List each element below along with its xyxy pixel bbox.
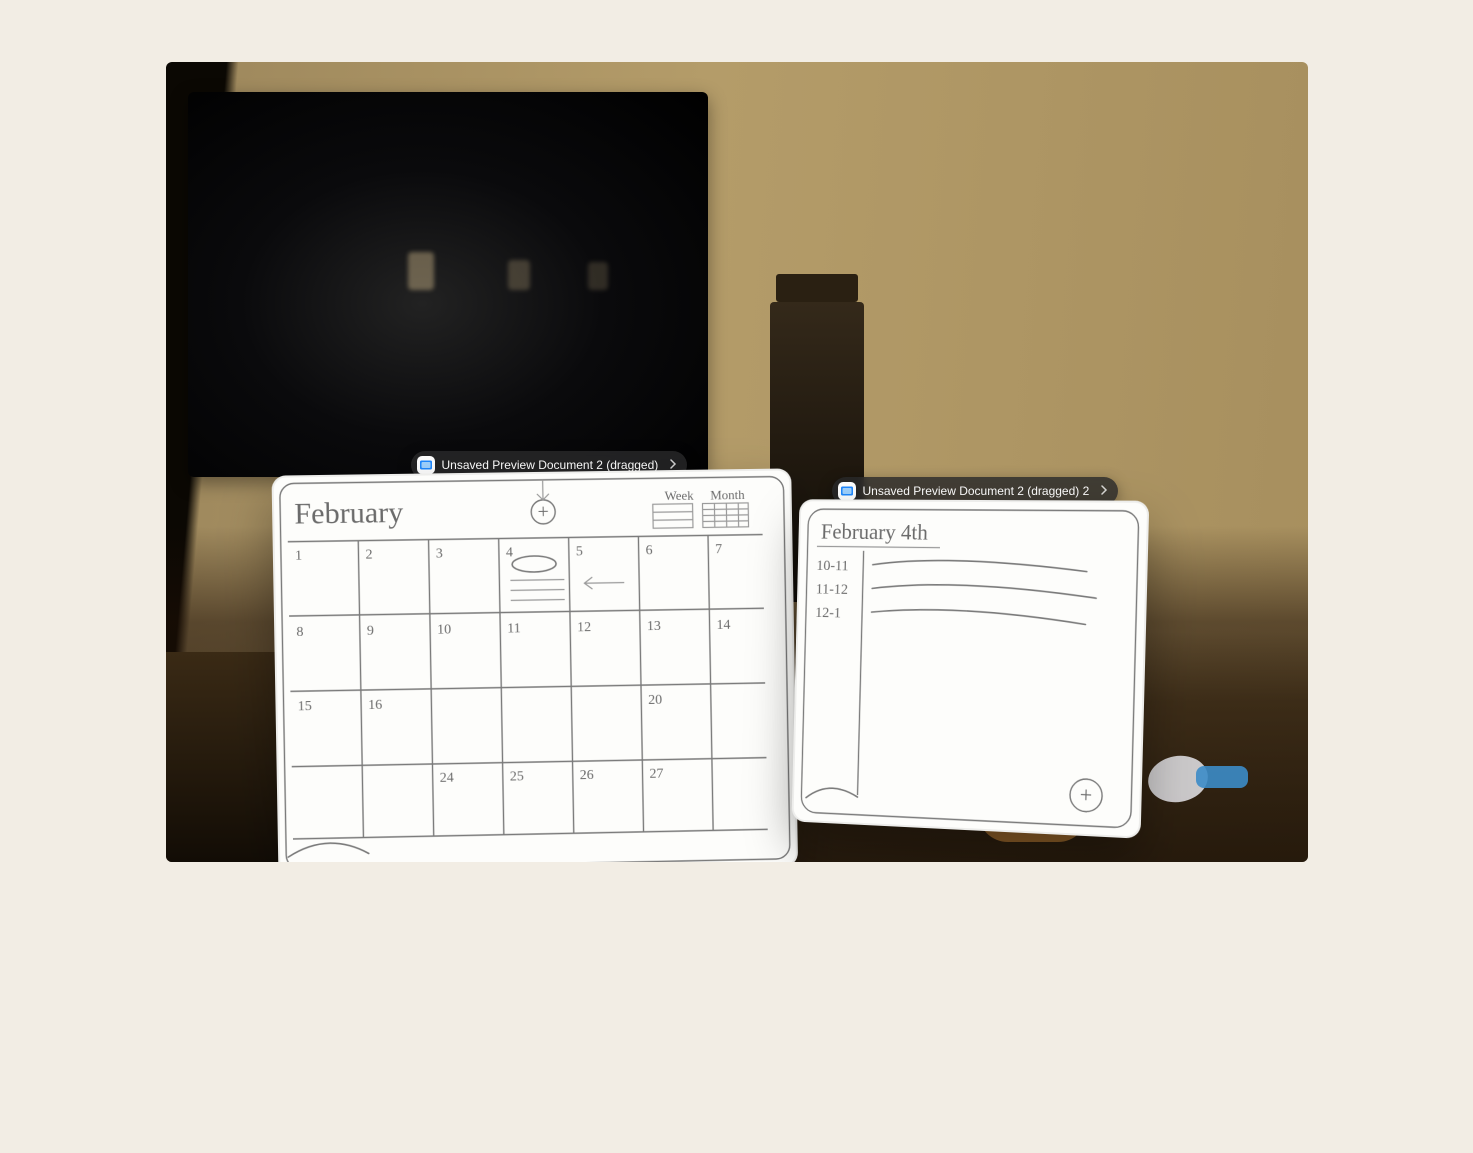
svg-text:10-11: 10-11: [816, 558, 849, 575]
svg-text:15: 15: [297, 699, 311, 714]
svg-text:26: 26: [579, 768, 593, 783]
svg-text:1: 1: [294, 549, 301, 564]
tv-reflection: [408, 252, 434, 290]
svg-text:2: 2: [365, 547, 372, 562]
add-icon: +: [1079, 782, 1092, 808]
chevron-right-icon[interactable]: [1100, 484, 1108, 498]
svg-text:25: 25: [509, 769, 523, 784]
svg-text:16: 16: [368, 698, 382, 713]
day-heading: February 4th: [820, 519, 928, 544]
tv-reflection: [508, 260, 530, 290]
svg-text:3: 3: [435, 546, 442, 561]
svg-text:20: 20: [648, 693, 662, 708]
month-label: February: [294, 495, 403, 531]
svg-text:11: 11: [507, 621, 521, 636]
preview-app-icon: [838, 482, 856, 500]
svg-text:12-1: 12-1: [815, 605, 841, 622]
window-title-text: Unsaved Preview Document 2 (dragged) 2: [863, 484, 1090, 498]
svg-text:11-12: 11-12: [815, 581, 848, 598]
tv-panel: [188, 92, 708, 477]
preview-window-day[interactable]: February 4th 10-11 11-12 12-1 +: [791, 499, 1149, 838]
svg-text:9: 9: [366, 624, 373, 639]
add-icon: +: [537, 501, 549, 523]
clutter: [1196, 766, 1248, 788]
svg-text:13: 13: [646, 619, 660, 634]
month-toggle-label: Month: [710, 487, 745, 502]
svg-text:12: 12: [577, 620, 591, 635]
svg-text:5: 5: [575, 544, 582, 559]
svg-text:4: 4: [505, 545, 512, 560]
month-sketch: February + Week Month: [271, 468, 798, 862]
page-frame: Unsaved Preview Document 2 (dragged) Feb…: [122, 20, 1352, 980]
svg-text:7: 7: [715, 542, 722, 557]
ar-scene: Unsaved Preview Document 2 (dragged) Feb…: [166, 62, 1308, 862]
svg-text:14: 14: [716, 618, 730, 633]
svg-text:8: 8: [296, 625, 303, 640]
week-toggle-label: Week: [664, 488, 694, 503]
day-sketch: February 4th 10-11 11-12 12-1 +: [791, 499, 1149, 838]
svg-text:10: 10: [437, 622, 451, 637]
preview-app-icon: [417, 456, 435, 474]
tv-reflection: [588, 262, 608, 290]
svg-text:24: 24: [439, 771, 453, 786]
svg-text:6: 6: [645, 543, 652, 558]
preview-window-month[interactable]: February + Week Month: [271, 468, 798, 862]
svg-text:27: 27: [649, 767, 663, 782]
